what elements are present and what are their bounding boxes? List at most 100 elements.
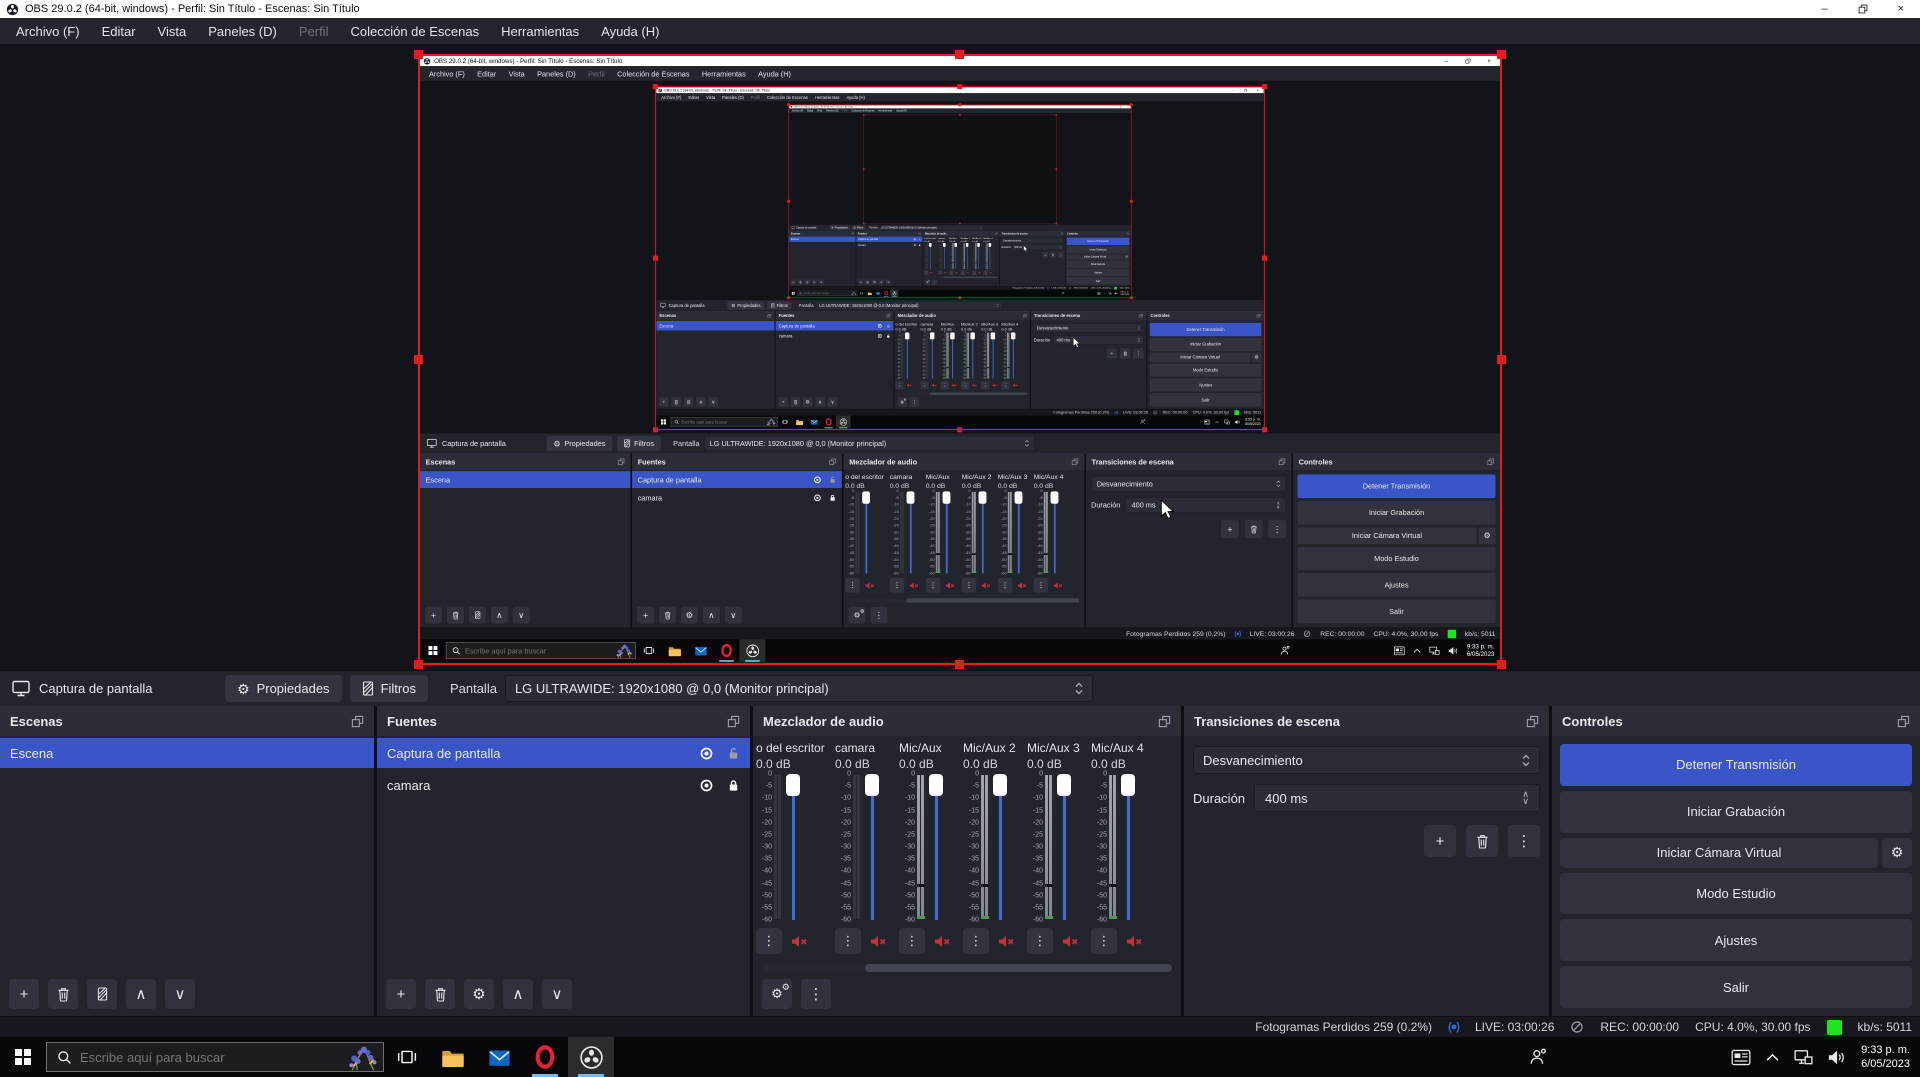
control-button[interactable]: Iniciar Cámara Virtual	[1560, 838, 1878, 868]
resize-handle[interactable]	[955, 50, 964, 59]
menu-item[interactable]: Perfil	[288, 20, 340, 43]
unlock-icon[interactable]	[727, 746, 740, 760]
move-source-down-button[interactable]: ∨	[542, 979, 572, 1009]
close-button[interactable]: ×	[1898, 4, 1904, 15]
taskbar-clock[interactable]: 9:33 p. m. 6/05/2023	[1861, 1043, 1910, 1071]
source-row[interactable]: Captura de pantalla	[377, 738, 750, 768]
popout-icon[interactable]	[1158, 715, 1171, 728]
add-source-button[interactable]: +	[386, 979, 416, 1009]
filters-button[interactable]: Filtros	[350, 675, 428, 702]
visibility-eye-icon[interactable]	[699, 746, 714, 761]
people-icon[interactable]	[1515, 1037, 1561, 1077]
task-view-button[interactable]	[384, 1037, 430, 1077]
control-button[interactable]: Ajustes	[1560, 919, 1912, 961]
popout-icon[interactable]	[1526, 715, 1539, 728]
source-row[interactable]: camara	[377, 770, 750, 800]
mixer-menu-button[interactable]: ⋮	[801, 979, 831, 1009]
menu-item[interactable]: Colección de Escenas	[339, 20, 490, 43]
resize-handle[interactable]	[414, 50, 423, 59]
transition-menu-button[interactable]: ⋮	[1508, 825, 1540, 857]
spinner-arrows-icon[interactable]: ∧∨	[1522, 791, 1529, 805]
channel-db-value: 0.0 dB	[899, 757, 957, 771]
volume-slider[interactable]	[861, 774, 883, 920]
channel-menu-button[interactable]: ⋮	[899, 928, 925, 954]
spinner-arrows-icon	[1138, 326, 1141, 331]
transition-select[interactable]: Desvanecimiento	[1193, 746, 1540, 774]
move-scene-up-button[interactable]: ∧	[126, 979, 156, 1009]
resize-handle[interactable]	[955, 660, 964, 669]
display-select[interactable]: LG ULTRAWIDE: 1920x1080 @ 0,0 (Monitor p…	[505, 675, 1093, 702]
resize-handle[interactable]	[1497, 50, 1506, 59]
resize-handle[interactable]	[1497, 660, 1506, 669]
spinner-arrows-icon	[1060, 239, 1061, 242]
resize-handle[interactable]	[1497, 355, 1506, 364]
move-scene-down-button[interactable]: ∨	[165, 979, 195, 1009]
search-input[interactable]	[80, 1050, 335, 1065]
remove-source-button[interactable]	[425, 979, 455, 1009]
lock-icon[interactable]	[727, 778, 740, 792]
obs-taskbar-icon[interactable]	[568, 1037, 614, 1077]
channel-menu-button[interactable]: ⋮	[756, 928, 782, 954]
mute-icon[interactable]	[1126, 934, 1143, 949]
tray-chevron-up-icon[interactable]	[1766, 1053, 1779, 1062]
volume-slider[interactable]	[1117, 774, 1139, 920]
preview-canvas[interactable]: OBS 29.0.2 (64-bit, windows) - Perfil: S…	[0, 44, 1920, 670]
move-source-up-button[interactable]: ∧	[503, 979, 533, 1009]
duration-input[interactable]: 400 ms ∧∨	[1254, 784, 1540, 812]
remove-scene-button[interactable]	[48, 979, 78, 1009]
network-icon[interactable]	[1794, 1049, 1813, 1065]
control-button[interactable]: Salir	[1560, 966, 1912, 1008]
channel-menu-button[interactable]: ⋮	[1027, 928, 1053, 954]
volume-slider[interactable]	[782, 774, 804, 920]
minimize-button[interactable]: –	[1821, 4, 1827, 15]
volume-icon[interactable]	[1828, 1050, 1846, 1065]
taskbar-search[interactable]	[46, 1042, 384, 1072]
advanced-audio-button[interactable]: ⚙⚙	[762, 979, 792, 1009]
mail-icon	[874, 290, 882, 297]
mail-icon[interactable]	[476, 1037, 522, 1077]
add-transition-button[interactable]: +	[1424, 825, 1456, 857]
popout-icon[interactable]	[351, 715, 364, 728]
menu-item[interactable]: Paneles (D)	[197, 20, 288, 43]
mute-icon[interactable]	[934, 934, 951, 949]
channel-menu-button[interactable]: ⋮	[835, 928, 861, 954]
news-widgets-icon[interactable]	[1731, 1049, 1751, 1066]
volume-slider[interactable]	[989, 774, 1011, 920]
panel-scenes: Escenas Escena + ∧ ∨	[656, 311, 774, 409]
menu-item[interactable]: Vista	[147, 20, 198, 43]
channel-menu-button[interactable]: ⋮	[963, 928, 989, 954]
file-explorer-icon[interactable]	[430, 1037, 476, 1077]
start-button[interactable]	[0, 1037, 46, 1077]
menu-item[interactable]: Archivo (F)	[5, 20, 91, 43]
channel-menu-button[interactable]: ⋮	[1091, 928, 1117, 954]
mute-icon[interactable]	[998, 934, 1015, 949]
volume-slider[interactable]	[1053, 774, 1075, 920]
menu-item[interactable]: Ayuda (H)	[590, 20, 670, 43]
menu-item[interactable]: Herramientas	[490, 20, 590, 43]
mixer-scrollbar[interactable]	[762, 964, 1172, 972]
popout-icon[interactable]	[1897, 715, 1910, 728]
remove-transition-button[interactable]	[1466, 825, 1498, 857]
add-scene-button[interactable]: +	[9, 979, 39, 1009]
virtual-camera-settings-gear-icon[interactable]: ⚙	[1882, 838, 1912, 868]
popout-icon[interactable]	[727, 715, 740, 728]
capture-region[interactable]: OBS 29.0.2 (64-bit, windows) - Perfil: S…	[420, 56, 1500, 663]
cpu-status: CPU: 4.0%, 30.00 fps	[1373, 630, 1438, 638]
visibility-eye-icon[interactable]	[699, 778, 714, 793]
source-properties-button[interactable]: ⚙	[464, 979, 494, 1009]
control-button[interactable]: Detener Transmisión	[1560, 744, 1912, 786]
mute-icon[interactable]	[1062, 934, 1079, 949]
volume-slider[interactable]	[925, 774, 947, 920]
scene-filters-button[interactable]	[87, 979, 117, 1009]
control-button[interactable]: Modo Estudio	[1560, 873, 1912, 915]
properties-button[interactable]: ⚙ Propiedades	[225, 675, 342, 702]
resize-handle[interactable]	[414, 660, 423, 669]
mute-icon[interactable]	[791, 934, 808, 949]
opera-icon[interactable]	[522, 1037, 568, 1077]
resize-handle[interactable]	[414, 355, 423, 364]
restore-button[interactable]	[1858, 4, 1868, 14]
scene-row[interactable]: Escena	[0, 738, 374, 768]
control-button[interactable]: Iniciar Grabación	[1560, 791, 1912, 833]
mute-icon[interactable]	[870, 934, 887, 949]
menu-item[interactable]: Editar	[91, 20, 147, 43]
